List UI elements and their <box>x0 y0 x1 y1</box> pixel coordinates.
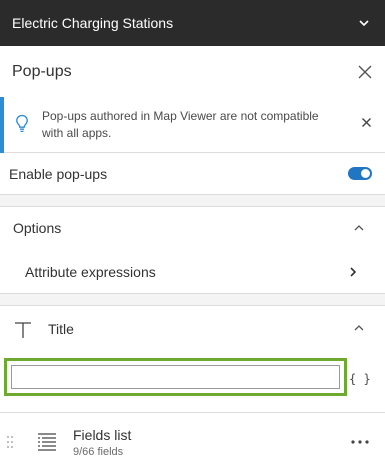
fields-list-icon <box>38 433 56 451</box>
enable-popups-toggle[interactable] <box>348 167 372 180</box>
layer-title: Electric Charging Stations <box>12 15 174 31</box>
title-input[interactable] <box>11 365 340 389</box>
panel-title: Pop-ups <box>12 62 72 80</box>
close-icon[interactable] <box>357 64 373 80</box>
notice-message: Pop-ups authored in Map Viewer are not c… <box>42 109 319 140</box>
notice-accent-bar <box>0 97 4 153</box>
chevron-up-icon[interactable] <box>353 223 365 233</box>
lightbulb-icon <box>16 114 28 133</box>
chevron-right-icon <box>350 267 357 277</box>
fields-list-item[interactable]: Fields list 9/66 fields <box>0 413 385 472</box>
chevron-down-icon[interactable] <box>357 16 371 30</box>
fields-count: 9/66 fields <box>73 446 124 458</box>
options-label: Options <box>13 220 62 236</box>
fields-list-label: Fields list <box>73 427 132 443</box>
attribute-expressions-label: Attribute expressions <box>25 263 156 280</box>
text-title-icon <box>15 322 31 338</box>
section-divider <box>0 294 385 306</box>
toggle-knob <box>361 169 370 178</box>
title-section-header[interactable]: Title <box>0 307 385 351</box>
layer-header[interactable]: Electric Charging Stations <box>0 0 385 46</box>
compatibility-notice: Pop-ups authored in Map Viewer are not c… <box>0 97 385 153</box>
attribute-expressions-item[interactable]: Attribute expressions <box>0 250 385 294</box>
enable-popups-row: Enable pop-ups <box>0 153 385 195</box>
enable-popups-label: Enable pop-ups <box>9 165 108 182</box>
panel-header: Pop-ups <box>0 46 385 98</box>
title-label: Title <box>48 321 74 337</box>
section-divider <box>0 195 385 207</box>
notice-close-icon[interactable] <box>361 117 372 128</box>
more-options-icon[interactable] <box>351 440 369 444</box>
insert-expression-button[interactable]: { } <box>349 372 371 386</box>
options-section-header[interactable]: Options <box>0 207 385 249</box>
title-input-highlight <box>4 358 347 396</box>
drag-handle-icon[interactable] <box>6 435 14 449</box>
chevron-up-icon[interactable] <box>353 323 365 333</box>
